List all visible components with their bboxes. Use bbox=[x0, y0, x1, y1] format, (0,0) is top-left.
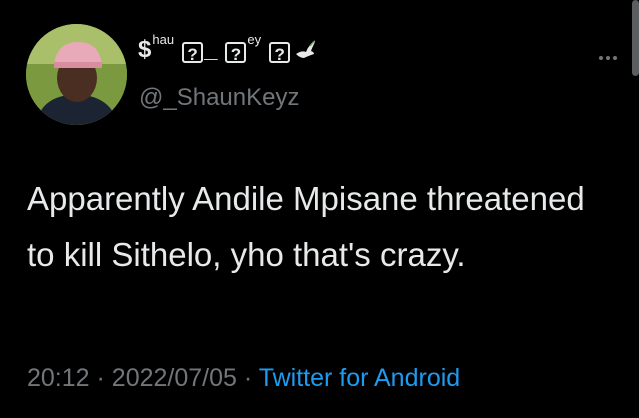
scrollbar[interactable] bbox=[632, 0, 639, 76]
user-handle[interactable]: @_ShaunKeyz bbox=[139, 84, 299, 112]
dove-icon bbox=[294, 40, 316, 69]
avatar[interactable] bbox=[26, 24, 127, 125]
separator: · bbox=[243, 364, 253, 392]
unknown-glyph-box: ? bbox=[269, 42, 291, 64]
tweet-time[interactable]: 20:12 bbox=[27, 364, 90, 392]
more-icon[interactable] bbox=[596, 47, 617, 65]
unknown-glyph-box: ? bbox=[225, 42, 247, 64]
tweet-source-link[interactable]: Twitter for Android bbox=[259, 364, 460, 392]
display-name[interactable]: $ hau ? _ ? ey ? bbox=[138, 32, 316, 69]
tweet-date[interactable]: 2022/07/05 bbox=[112, 364, 237, 392]
tweet-meta: 20:12 · 2022/07/05 · Twitter for Android bbox=[27, 364, 460, 393]
unknown-glyph-box: ? bbox=[182, 42, 204, 64]
separator: · bbox=[96, 364, 105, 392]
tweet-text: Apparently Andile Mpisane threatened to … bbox=[27, 180, 585, 273]
